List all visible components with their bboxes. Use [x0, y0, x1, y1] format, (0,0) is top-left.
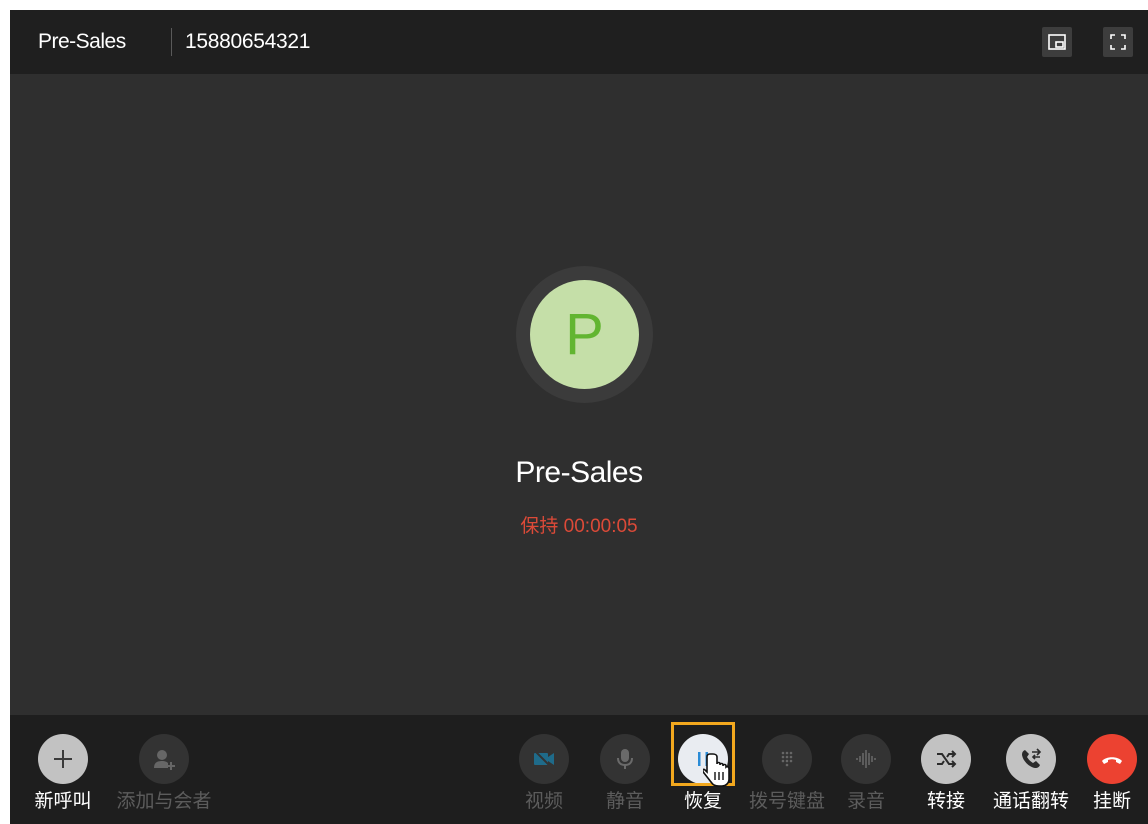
dialpad-icon: [781, 751, 793, 767]
new-call-button[interactable]: 新呼叫: [10, 715, 118, 824]
dialpad-circle: [762, 734, 812, 784]
avatar-ring: P: [516, 266, 653, 403]
video-circle: [519, 734, 569, 784]
hangup-circle: [1087, 734, 1137, 784]
call-title: Pre-Sales: [38, 30, 126, 53]
add-participant-circle: [139, 734, 189, 784]
add-participant-label: 添加与会者: [116, 791, 212, 812]
hold-status: 保持 00:00:05: [520, 516, 638, 537]
hangup-button[interactable]: 挂断: [1057, 715, 1148, 824]
new-call-circle: [38, 734, 88, 784]
picture-in-picture-icon: [1048, 34, 1066, 50]
waveform-icon: [856, 750, 876, 768]
transfer-circle: [921, 734, 971, 784]
picture-in-picture-button[interactable]: [1042, 27, 1072, 57]
new-call-label: 新呼叫: [34, 791, 92, 812]
contact-name: Pre-Sales: [515, 456, 643, 489]
call-flip-icon: [1022, 748, 1042, 768]
video-off-icon: [534, 750, 554, 769]
fullscreen-icon: [1110, 34, 1126, 50]
hangup-label: 挂断: [1092, 791, 1131, 812]
call-window: Pre-Sales 15880654321 P Pre-Sales 保持 00:…: [10, 10, 1148, 824]
header-divider: [171, 28, 172, 56]
add-participant-button[interactable]: 添加与会者: [109, 715, 219, 824]
call-number: 15880654321: [185, 30, 311, 53]
hangup-icon: [1102, 757, 1122, 764]
hand-cursor-icon: [703, 753, 730, 787]
shuffle-icon: [937, 750, 957, 768]
fullscreen-button[interactable]: [1103, 27, 1133, 57]
plus-icon: [54, 750, 72, 768]
call-header: Pre-Sales 15880654321: [10, 10, 1148, 74]
add-user-icon: [154, 750, 175, 770]
microphone-icon: [617, 749, 633, 769]
record-circle: [841, 734, 891, 784]
avatar: P: [530, 280, 639, 389]
mute-circle: [600, 734, 650, 784]
call-flip-circle: [1006, 734, 1056, 784]
call-controls-bar: 新呼叫 添加与会者 视频 静音 恢复 拨号键盘 录音 转接 通话翻转 挂断: [10, 715, 1148, 824]
